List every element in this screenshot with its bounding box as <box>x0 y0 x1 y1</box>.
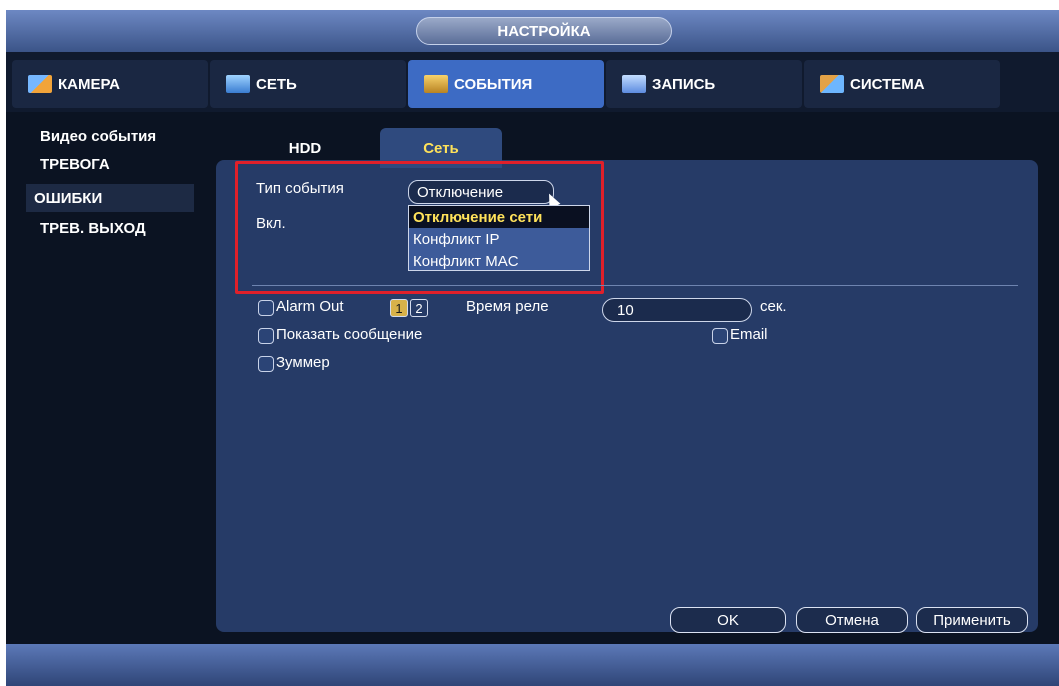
camera-icon <box>28 75 52 93</box>
tab-label: СОБЫТИЯ <box>454 75 533 93</box>
main-tab-bar: КАМЕРА СЕТЬ СОБЫТИЯ ЗАПИСЬ СИСТЕМА <box>6 52 1059 112</box>
email-label: Email <box>730 326 768 343</box>
alarm-out-channel-2[interactable]: 2 <box>410 299 428 317</box>
dvr-screen: НАСТРОЙКА КАМЕРА СЕТЬ СОБЫТИЯ ЗАПИСЬ СИС… <box>6 10 1059 686</box>
title-bar: НАСТРОЙКА <box>6 10 1059 52</box>
tab-label: КАМЕРА <box>58 75 121 93</box>
network-icon <box>226 75 250 93</box>
alarm-out-checkbox[interactable] <box>258 300 274 316</box>
relay-time-input[interactable]: 10 <box>602 298 752 322</box>
window-title: НАСТРОЙКА <box>416 17 672 45</box>
alarm-out-label: Alarm Out <box>276 298 344 315</box>
alarm-out-channel-1[interactable]: 1 <box>390 299 408 317</box>
buzzer-label: Зуммер <box>276 354 330 371</box>
tab-network[interactable]: СЕТЬ <box>210 60 406 108</box>
system-icon <box>820 75 844 93</box>
highlight-box <box>235 161 604 294</box>
email-checkbox[interactable] <box>712 328 728 344</box>
tab-record[interactable]: ЗАПИСЬ <box>606 60 802 108</box>
buzzer-checkbox[interactable] <box>258 356 274 372</box>
show-message-checkbox[interactable] <box>258 328 274 344</box>
bottom-bar <box>6 644 1059 686</box>
divider <box>252 285 1018 286</box>
ok-button[interactable]: OK <box>670 607 786 633</box>
tab-camera[interactable]: КАМЕРА <box>12 60 208 108</box>
tab-label: СИСТЕМА <box>850 75 925 93</box>
show-message-label: Показать сообщение <box>276 326 423 343</box>
cancel-button[interactable]: Отмена <box>796 607 908 633</box>
relay-time-unit: сек. <box>760 298 787 315</box>
relay-time-label: Время реле <box>466 298 549 315</box>
sidebar-item-alarm[interactable]: ТРЕВОГА <box>32 150 110 178</box>
tab-events[interactable]: СОБЫТИЯ <box>408 60 604 108</box>
tab-label: СЕТЬ <box>256 75 297 93</box>
record-icon <box>622 75 646 93</box>
sidebar-item-video-events[interactable]: Видео события <box>32 122 156 150</box>
tab-label: ЗАПИСЬ <box>652 75 716 93</box>
sidebar-item-errors[interactable]: ОШИБКИ <box>26 184 194 212</box>
apply-button[interactable]: Применить <box>916 607 1028 633</box>
sidebar-item-alarm-out[interactable]: ТРЕВ. ВЫХОД <box>32 214 146 242</box>
events-icon <box>424 75 448 93</box>
tab-system[interactable]: СИСТЕМА <box>804 60 1000 108</box>
